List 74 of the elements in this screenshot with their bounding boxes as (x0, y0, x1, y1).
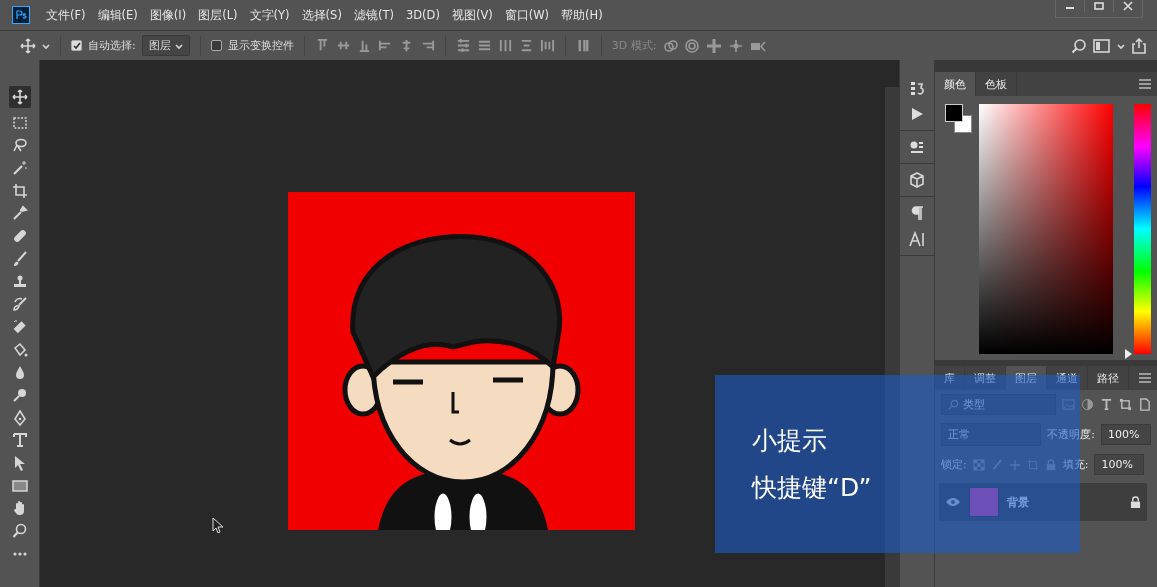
menu-item[interactable]: 窗口(W) (498, 7, 556, 23)
lock-icon[interactable] (1130, 495, 1141, 509)
rectangle-icon[interactable] (11, 477, 28, 494)
menu-item[interactable]: 文件(F) (40, 7, 92, 23)
checkbox-label: 自动选择: (88, 38, 136, 53)
menu-item[interactable]: 滤镜(T) (347, 7, 400, 23)
cube-icon[interactable] (909, 172, 925, 188)
magic-wand-icon[interactable] (11, 160, 28, 177)
paint-bucket-icon[interactable] (11, 341, 28, 358)
layer-thumbnail (969, 487, 999, 517)
stamp-icon[interactable] (11, 273, 28, 290)
menu-item[interactable]: 选择(S) (295, 7, 348, 23)
zoom-icon[interactable] (11, 523, 28, 540)
panel-tab[interactable]: 颜色 (935, 72, 976, 96)
marquee-icon[interactable] (11, 114, 28, 131)
eyedropper-icon[interactable] (11, 205, 28, 222)
eraser-icon[interactable] (11, 318, 28, 335)
color-swatches[interactable] (945, 104, 973, 134)
panel-tab[interactable]: 路径 (1088, 366, 1129, 390)
properties-icon[interactable] (909, 139, 925, 155)
layer-name: 背景 (1007, 494, 1029, 510)
eye-icon[interactable] (945, 497, 961, 507)
menu-icon[interactable] (1139, 79, 1151, 89)
menu-item[interactable]: 图像(I) (143, 7, 193, 23)
menu-item[interactable]: 3D(D) (399, 8, 446, 22)
workspace-icon[interactable] (1093, 36, 1111, 55)
distribute-icon[interactable] (455, 38, 471, 53)
pan-icon[interactable] (706, 37, 723, 54)
smart-object-filter-icon[interactable] (1138, 398, 1151, 411)
cursor-icon (212, 517, 226, 533)
caret-icon[interactable] (1117, 41, 1125, 50)
checkbox[interactable] (210, 40, 222, 51)
type-filter-icon[interactable] (1100, 398, 1113, 411)
history-icon[interactable] (909, 80, 925, 96)
roll-icon[interactable] (684, 37, 701, 54)
shape-filter-icon[interactable] (1119, 398, 1132, 411)
pen-icon[interactable] (11, 409, 28, 426)
menu-item[interactable]: 帮助(H) (555, 7, 609, 23)
fill-field[interactable]: 100% (1094, 454, 1145, 475)
menu-item[interactable]: 视图(V) (445, 7, 499, 23)
opacity-field[interactable]: 100% (1101, 424, 1151, 445)
character-icon[interactable] (909, 231, 925, 247)
lasso-icon[interactable] (11, 137, 28, 154)
panel-tab[interactable]: 色板 (976, 72, 1017, 96)
menu-icon[interactable] (1139, 373, 1151, 383)
caret-icon[interactable] (174, 41, 183, 50)
distribute-icon[interactable] (497, 38, 513, 53)
target-dropdown[interactable]: 图层 (141, 35, 190, 56)
type-icon[interactable] (11, 432, 28, 449)
align-icon[interactable] (377, 38, 393, 53)
menu-item[interactable]: 文字(Y) (243, 7, 296, 23)
history-brush-icon[interactable] (11, 296, 28, 313)
distribute-icon[interactable] (539, 38, 555, 53)
checkbox[interactable] (71, 40, 82, 51)
adjustment-filter-icon[interactable] (1081, 398, 1094, 411)
play-icon[interactable] (909, 106, 925, 122)
tip-title: 小提示 (752, 425, 827, 457)
menu-item[interactable]: 编辑(E) (91, 7, 144, 23)
move-icon[interactable] (8, 86, 31, 108)
caret-icon[interactable] (42, 41, 50, 50)
tip-text: 快捷键“D” (752, 472, 872, 504)
distribute-icon[interactable] (476, 38, 492, 53)
scrollbar[interactable] (885, 87, 899, 587)
app-logo-icon[interactable] (12, 6, 30, 24)
checkbox-label: 显示变换控件 (227, 38, 294, 53)
move-icon[interactable] (20, 37, 36, 54)
search-icon[interactable] (1071, 37, 1087, 54)
share-icon[interactable] (1131, 37, 1147, 54)
hue-slider-thumb[interactable] (1125, 349, 1132, 359)
paragraph-icon[interactable] (909, 205, 925, 221)
menu-item[interactable]: 图层(L) (192, 7, 244, 23)
crop-icon[interactable] (11, 182, 28, 199)
dodge-icon[interactable] (11, 386, 28, 403)
color-field[interactable] (979, 104, 1113, 354)
